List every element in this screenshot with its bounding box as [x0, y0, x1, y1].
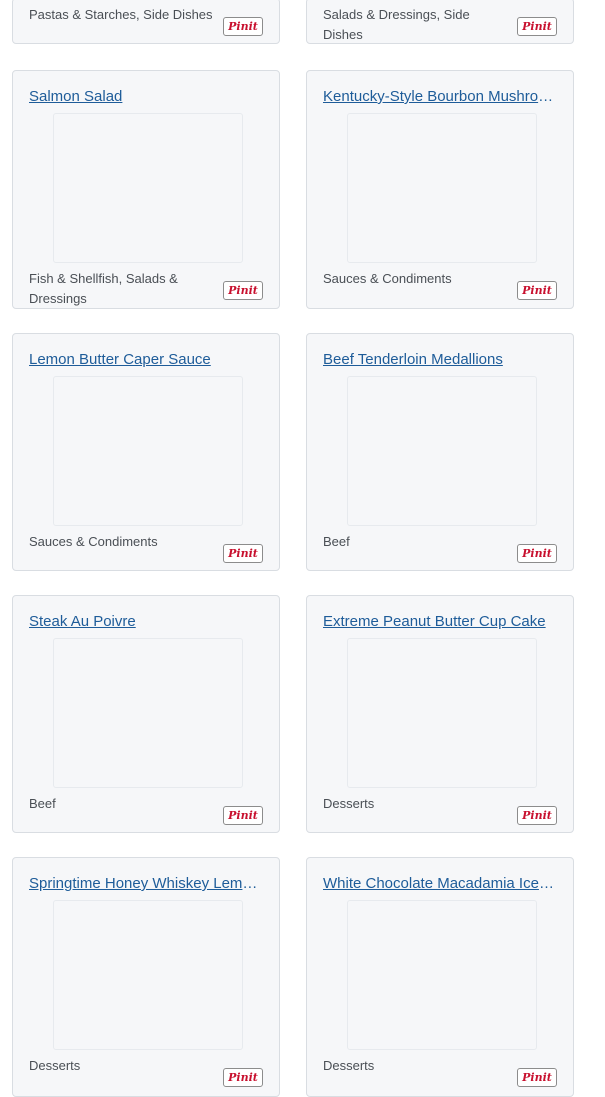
recipe-categories: Desserts: [323, 1058, 375, 1073]
pinit-button[interactable]: Pinit: [517, 806, 557, 825]
recipe-categories: Fish & Shellfish, Salads & Dressings: [29, 271, 178, 306]
recipe-categories: Sauces & Condiments: [29, 534, 158, 549]
pinit-button[interactable]: Pinit: [223, 806, 263, 825]
recipe-card-partial: Salads & Dressings, Side Dishes Pinit: [306, 0, 574, 44]
recipe-card: Springtime Honey Whiskey Lemonade Desser…: [12, 857, 280, 1097]
pinit-button[interactable]: Pinit: [517, 1068, 557, 1087]
pinit-button[interactable]: Pinit: [223, 544, 263, 563]
recipe-image[interactable]: [347, 376, 537, 526]
recipe-card-partial: Pastas & Starches, Side Dishes Pinit: [12, 0, 280, 44]
pinit-button[interactable]: Pinit: [223, 17, 263, 36]
recipe-image[interactable]: [53, 638, 243, 788]
recipe-image[interactable]: [53, 376, 243, 526]
recipe-title-link[interactable]: Steak Au Poivre: [29, 612, 261, 632]
recipe-title-link[interactable]: White Chocolate Macadamia Ice Cream: [323, 874, 555, 894]
pinit-button[interactable]: Pinit: [223, 1068, 263, 1087]
recipe-card: Beef Tenderloin Medallions Beef Pinit: [306, 333, 574, 571]
recipe-title-link[interactable]: Lemon Butter Caper Sauce: [29, 350, 261, 370]
recipe-image[interactable]: [53, 900, 243, 1050]
recipe-image[interactable]: [347, 113, 537, 263]
recipe-title-link[interactable]: Salmon Salad: [29, 87, 261, 107]
recipe-card: Steak Au Poivre Beef Pinit: [12, 595, 280, 833]
recipe-card: Lemon Butter Caper Sauce Sauces & Condim…: [12, 333, 280, 571]
recipe-categories: Salads & Dressings, Side Dishes: [323, 7, 470, 42]
recipe-image[interactable]: [53, 113, 243, 263]
recipe-title-link[interactable]: Kentucky-Style Bourbon Mushrooms: [323, 87, 555, 107]
recipe-card: White Chocolate Macadamia Ice Cream Dess…: [306, 857, 574, 1097]
recipe-title-link[interactable]: Extreme Peanut Butter Cup Cake: [323, 612, 555, 632]
recipe-categories: Beef: [323, 534, 350, 549]
pinit-button[interactable]: Pinit: [223, 281, 263, 300]
recipe-card: Salmon Salad Fish & Shellfish, Salads & …: [12, 70, 280, 309]
recipe-card: Extreme Peanut Butter Cup Cake Desserts …: [306, 595, 574, 833]
recipe-card: Kentucky-Style Bourbon Mushrooms Sauces …: [306, 70, 574, 309]
recipe-categories: Sauces & Condiments: [323, 271, 452, 286]
recipe-image[interactable]: [347, 900, 537, 1050]
recipe-categories: Beef: [29, 796, 56, 811]
recipe-image[interactable]: [347, 638, 537, 788]
recipe-categories: Desserts: [323, 796, 375, 811]
recipe-title-link[interactable]: Beef Tenderloin Medallions: [323, 350, 555, 370]
recipe-grid: Pastas & Starches, Side Dishes Pinit Sal…: [0, 0, 605, 1097]
pinit-button[interactable]: Pinit: [517, 281, 557, 300]
recipe-categories: Desserts: [29, 1058, 81, 1073]
recipe-categories: Pastas & Starches, Side Dishes: [29, 7, 213, 22]
recipe-title-link[interactable]: Springtime Honey Whiskey Lemonade: [29, 874, 261, 894]
pinit-button[interactable]: Pinit: [517, 17, 557, 36]
pinit-button[interactable]: Pinit: [517, 544, 557, 563]
